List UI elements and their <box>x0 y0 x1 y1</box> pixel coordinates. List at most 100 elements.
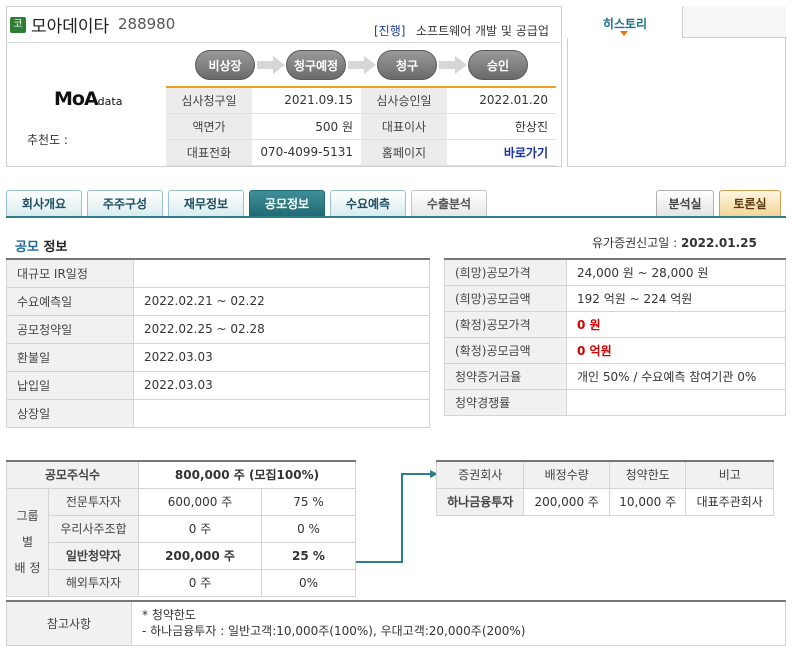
section-title: 공모 정보 <box>15 240 68 255</box>
tab-ipo-info[interactable]: 공모정보 <box>249 190 325 216</box>
table-row: 일반청약자 200,000 주 25 % <box>7 541 356 570</box>
info-label: 심사청구일 <box>166 86 252 114</box>
underwriter-table: 증권회사 배정수량 청약한도 비고 하나금융투자 200,000 주 10,00… <box>435 460 774 516</box>
tab-discussion-room[interactable]: 토론실 <box>719 190 781 216</box>
allocation-label: 우리사주조합 <box>48 514 139 543</box>
column-header: 비고 <box>685 460 774 489</box>
table-row: 하나금융투자 200,000 주 10,000 주 대표주관회사 <box>435 487 774 516</box>
notes-line: - 하나금융투자 : 일반고객:10,000주(100%), 우대고객:20,0… <box>142 624 526 639</box>
underwriter-qty: 200,000 주 <box>523 487 610 516</box>
table-row: (확정)공모금액 0 억원 <box>444 336 786 364</box>
notes-table: 참고사항 * 청약한도 - 하나금융투자 : 일반고객:10,000주(100%… <box>6 600 786 646</box>
table-row: 우리사주조합 0 주 0 % <box>7 514 356 543</box>
company-logo: MoAdata <box>54 88 123 110</box>
allocation-label: 해외투자자 <box>48 568 139 597</box>
table-row: 환불일 2022.03.03 <box>6 342 430 372</box>
pricing-value: 0 원 <box>566 310 786 338</box>
table-row: (희망)공모가격 24,000 원 ~ 28,000 원 <box>444 258 786 286</box>
table-row: 참고사항 * 청약한도 - 하나금융투자 : 일반고객:10,000주(100%… <box>6 600 786 646</box>
underwriter-note: 대표주관회사 <box>685 487 774 516</box>
notes-label: 참고사항 <box>6 600 132 646</box>
tab-analysis-room[interactable]: 분석실 <box>656 190 714 216</box>
info-value: 바로가기 <box>447 139 556 166</box>
underwriter-name: 하나금융투자 <box>435 487 525 516</box>
pricing-value: 192 억원 ~ 224 억원 <box>566 284 786 312</box>
allocation-shares: 200,000 주 <box>138 541 262 570</box>
schedule-label: 공모청약일 <box>6 314 134 344</box>
pricing-label: (확정)공모가격 <box>444 310 567 338</box>
schedule-value: 2022.03.03 <box>133 342 430 372</box>
table-row: 해외투자자 0 주 0% <box>7 568 356 597</box>
step-filed: 청구 <box>377 50 437 80</box>
schedule-value <box>133 398 430 428</box>
info-label: 대표전화 <box>166 139 252 166</box>
ipo-pricing-table: (희망)공모가격 24,000 원 ~ 28,000 원 (희망)공모금액 192 … <box>444 258 786 416</box>
info-label: 대표이사 <box>361 113 447 140</box>
table-row: 증권회사 배정수량 청약한도 비고 <box>435 460 774 489</box>
schedule-value <box>133 258 430 288</box>
ipo-schedule-table: 대규모 IR일정 수요예측일 2022.02.21 ~ 02.22 공모청약일 20… <box>6 258 430 428</box>
table-row: 액면가 500 원 대표이사 한상진 <box>166 113 556 140</box>
schedule-label: 대규모 IR일정 <box>6 258 134 288</box>
step-arrow-icon <box>439 56 467 74</box>
info-label: 홈페이지 <box>361 139 447 166</box>
allocation-pct: 25 % <box>261 541 356 570</box>
caret-down-icon <box>620 31 628 36</box>
table-row: (확정)공모가격 0 원 <box>444 310 786 338</box>
column-header: 청약한도 <box>608 460 687 489</box>
table-row: (희망)공모금액 192 억원 ~ 224 억원 <box>444 284 786 312</box>
notes-content: * 청약한도 - 하나금융투자 : 일반고객:10,000주(100%), 우대… <box>131 600 786 646</box>
share-allocation-table: 공모주식수 800,000 주 (모집100%) 그룹별 배 정 전문투자자 60… <box>6 460 356 597</box>
info-label: 심사승인일 <box>361 86 447 114</box>
pricing-label: 청약증거금율 <box>444 362 567 390</box>
schedule-label: 수요예측일 <box>6 286 134 316</box>
tab-history-label[interactable]: 히스토리 <box>567 15 683 32</box>
pricing-value <box>566 388 786 416</box>
column-header: 배정수량 <box>523 460 610 489</box>
step-filing-planned: 청구예정 <box>286 50 346 80</box>
table-row: 공모주식수 800,000 주 (모집100%) <box>6 460 356 489</box>
table-row: 청약증거금율 개인 50% / 수요예측 참여기관 0% <box>444 362 786 390</box>
allocation-label: 전문투자자 <box>48 487 139 516</box>
table-row: 공모청약일 2022.02.25 ~ 02.28 <box>6 314 430 344</box>
pricing-label: (희망)공모가격 <box>444 258 567 286</box>
tab-financials[interactable]: 재무정보 <box>168 190 244 216</box>
allocation-shares: 0 주 <box>138 568 262 597</box>
allocation-shares: 0 주 <box>138 514 262 543</box>
pricing-value: 24,000 원 ~ 28,000 원 <box>566 258 786 286</box>
notes-line: * 청약한도 <box>142 608 196 623</box>
tab-underline <box>6 216 786 218</box>
step-arrow-icon <box>348 56 376 74</box>
schedule-value: 2022.02.25 ~ 02.28 <box>133 314 430 344</box>
tab-shareholders[interactable]: 주주구성 <box>87 190 163 216</box>
info-value: 2021.09.15 <box>252 86 361 114</box>
table-row: 그룹별 배 정 전문투자자 600,000 주 75 % <box>6 487 356 597</box>
filing-date: 유가증권신고일 : 2022.01.25 <box>592 236 757 250</box>
info-value: 070-4099-5131 <box>252 139 361 166</box>
business-description: 소프트웨어 개발 및 공급업 <box>416 24 549 38</box>
stock-code: 288980 <box>118 15 176 33</box>
info-value: 500 원 <box>252 113 361 140</box>
allocation-pct: 0% <box>261 568 356 597</box>
info-value: 한상진 <box>447 113 556 140</box>
tab-demand-forecast[interactable]: 수요예측 <box>330 190 406 216</box>
pricing-label: 청약경쟁률 <box>444 388 567 416</box>
group-allocation-label: 그룹별 배 정 <box>6 487 49 597</box>
table-row: 청약경쟁률 <box>444 388 786 416</box>
info-value: 2022.01.20 <box>447 86 556 114</box>
column-header: 증권회사 <box>435 460 525 489</box>
tab-export-analysis[interactable]: 수출분석 <box>411 190 487 216</box>
market-badge-icon: 코 <box>10 17 26 33</box>
pricing-value: 0 억원 <box>566 336 786 364</box>
recommend-label: 추천도 : <box>27 133 68 147</box>
status-tag: [진행] <box>374 24 406 38</box>
tab-company-overview[interactable]: 회사개요 <box>6 190 82 216</box>
table-row: 납입일 2022.03.03 <box>6 370 430 400</box>
pricing-label: (확정)공모금액 <box>444 336 567 364</box>
underwriter-limit: 10,000 주 <box>608 487 687 516</box>
table-row: 심사청구일 2021.09.15 심사승인일 2022.01.20 <box>166 86 556 114</box>
allocation-pct: 0 % <box>261 514 356 543</box>
table-row: 수요예측일 2022.02.21 ~ 02.22 <box>6 286 430 316</box>
homepage-link[interactable]: 바로가기 <box>504 146 548 160</box>
pricing-value: 개인 50% / 수요예측 참여기관 0% <box>566 362 786 390</box>
